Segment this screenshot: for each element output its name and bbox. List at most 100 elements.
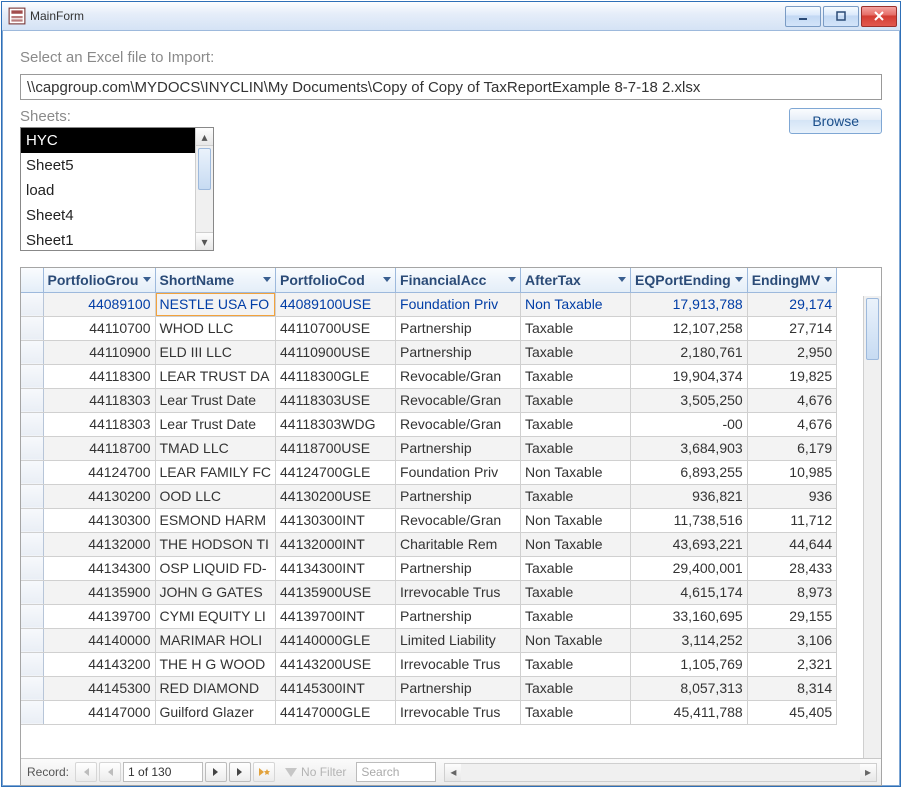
cell[interactable]: 44118300	[43, 364, 155, 388]
cell[interactable]: THE HODSON TI	[155, 532, 276, 556]
scroll-up-icon[interactable]: ▴	[196, 128, 213, 146]
cell[interactable]: 11,712	[747, 508, 836, 532]
cell[interactable]: OOD LLC	[155, 484, 276, 508]
table-row[interactable]: 44145300RED DIAMOND44145300INTPartnershi…	[21, 676, 837, 700]
row-selector[interactable]	[21, 436, 43, 460]
cell[interactable]: 29,400,001	[631, 556, 748, 580]
row-selector[interactable]	[21, 700, 43, 724]
cell[interactable]: Charitable Rem	[396, 532, 521, 556]
column-header[interactable]: EndingMV	[747, 268, 836, 292]
cell[interactable]: 44139700INT	[276, 604, 396, 628]
cell[interactable]: 44118700USE	[276, 436, 396, 460]
sheet-item[interactable]: HYC	[21, 128, 197, 153]
cell[interactable]: Partnership	[396, 316, 521, 340]
sheets-listbox[interactable]: HYCSheet5loadSheet4Sheet1 ▴ ▾	[20, 127, 214, 251]
sheet-item[interactable]: load	[21, 178, 197, 203]
cell[interactable]: Taxable	[521, 484, 631, 508]
cell[interactable]: Taxable	[521, 436, 631, 460]
file-path-input[interactable]	[20, 74, 882, 100]
cell[interactable]: 29,174	[747, 292, 836, 316]
cell[interactable]: OSP LIQUID FD-	[155, 556, 276, 580]
row-selector[interactable]	[21, 508, 43, 532]
cell[interactable]: 44,644	[747, 532, 836, 556]
scroll-thumb[interactable]	[198, 148, 211, 190]
cell[interactable]: Irrevocable Trus	[396, 580, 521, 604]
table-row[interactable]: 44118300LEAR TRUST DA44118300GLERevocabl…	[21, 364, 837, 388]
close-button[interactable]	[861, 6, 897, 27]
cell[interactable]: 44132000	[43, 532, 155, 556]
row-selector[interactable]	[21, 460, 43, 484]
sheet-item[interactable]: Sheet1	[21, 228, 197, 251]
cell[interactable]: 44130300INT	[276, 508, 396, 532]
cell[interactable]: 19,825	[747, 364, 836, 388]
cell[interactable]: 44118303	[43, 412, 155, 436]
cell[interactable]: 33,160,695	[631, 604, 748, 628]
table-row[interactable]: 44089100NESTLE USA FO44089100USEFoundati…	[21, 292, 837, 316]
cell[interactable]: Non Taxable	[521, 460, 631, 484]
cell[interactable]: 28,433	[747, 556, 836, 580]
cell[interactable]: ESMOND HARM	[155, 508, 276, 532]
row-selector[interactable]	[21, 604, 43, 628]
cell[interactable]: 44140000GLE	[276, 628, 396, 652]
cell[interactable]: Taxable	[521, 604, 631, 628]
column-header[interactable]: EQPortEnding	[631, 268, 748, 292]
cell[interactable]: Revocable/Gran	[396, 364, 521, 388]
table-row[interactable]: 44110900ELD III LLC44110900USEPartnershi…	[21, 340, 837, 364]
cell[interactable]: 44110900USE	[276, 340, 396, 364]
cell[interactable]: 44147000	[43, 700, 155, 724]
cell[interactable]: 44134300INT	[276, 556, 396, 580]
row-selector[interactable]	[21, 652, 43, 676]
cell[interactable]: ELD III LLC	[155, 340, 276, 364]
row-selector[interactable]	[21, 364, 43, 388]
cell[interactable]: 44118303WDG	[276, 412, 396, 436]
cell[interactable]: Taxable	[521, 364, 631, 388]
table-row[interactable]: 44118303Lear Trust Date44118303USERevoca…	[21, 388, 837, 412]
row-selector[interactable]	[21, 292, 43, 316]
column-header[interactable]: FinancialAcc	[396, 268, 521, 292]
cell[interactable]: THE H G WOOD	[155, 652, 276, 676]
row-selector[interactable]	[21, 340, 43, 364]
cell[interactable]: 4,615,174	[631, 580, 748, 604]
row-selector-header[interactable]	[21, 268, 43, 292]
column-header[interactable]: AfterTax	[521, 268, 631, 292]
cell[interactable]: 11,738,516	[631, 508, 748, 532]
cell[interactable]: Irrevocable Trus	[396, 700, 521, 724]
cell[interactable]: 44145300INT	[276, 676, 396, 700]
cell[interactable]: 44145300	[43, 676, 155, 700]
cell[interactable]: RED DIAMOND	[155, 676, 276, 700]
cell[interactable]: 3,106	[747, 628, 836, 652]
cell[interactable]: Irrevocable Trus	[396, 652, 521, 676]
grid-vscroll-thumb[interactable]	[866, 298, 879, 360]
table-row[interactable]: 44118303Lear Trust Date44118303WDGRevoca…	[21, 412, 837, 436]
cell[interactable]: Partnership	[396, 556, 521, 580]
table-row[interactable]: 44143200THE H G WOOD44143200USEIrrevocab…	[21, 652, 837, 676]
hscroll-left-icon[interactable]: ◂	[445, 764, 461, 781]
nav-new-button[interactable]	[253, 762, 275, 782]
table-row[interactable]: 44134300OSP LIQUID FD-44134300INTPartner…	[21, 556, 837, 580]
filter-dropdown-icon[interactable]	[263, 277, 271, 282]
cell[interactable]: LEAR FAMILY FC	[155, 460, 276, 484]
nav-first-button[interactable]	[75, 762, 97, 782]
cell[interactable]: Partnership	[396, 436, 521, 460]
cell[interactable]: 44089100	[43, 292, 155, 316]
search-box[interactable]: Search	[356, 762, 436, 782]
cell[interactable]: Taxable	[521, 340, 631, 364]
grid-hscrollbar[interactable]: ◂ ▸	[444, 763, 877, 782]
cell[interactable]: -00	[631, 412, 748, 436]
cell[interactable]: 44130200USE	[276, 484, 396, 508]
browse-button[interactable]: Browse	[789, 108, 882, 134]
cell[interactable]: 45,405	[747, 700, 836, 724]
cell[interactable]: 8,057,313	[631, 676, 748, 700]
sheet-item[interactable]: Sheet5	[21, 153, 197, 178]
row-selector[interactable]	[21, 532, 43, 556]
cell[interactable]: 44110700USE	[276, 316, 396, 340]
row-selector[interactable]	[21, 676, 43, 700]
cell[interactable]: 44118300GLE	[276, 364, 396, 388]
cell[interactable]: 44124700	[43, 460, 155, 484]
cell[interactable]: 44135900	[43, 580, 155, 604]
grid-vscrollbar[interactable]	[863, 296, 881, 758]
sheets-scrollbar[interactable]: ▴ ▾	[195, 128, 213, 250]
cell[interactable]: JOHN G GATES	[155, 580, 276, 604]
row-selector[interactable]	[21, 388, 43, 412]
cell[interactable]: 44147000GLE	[276, 700, 396, 724]
